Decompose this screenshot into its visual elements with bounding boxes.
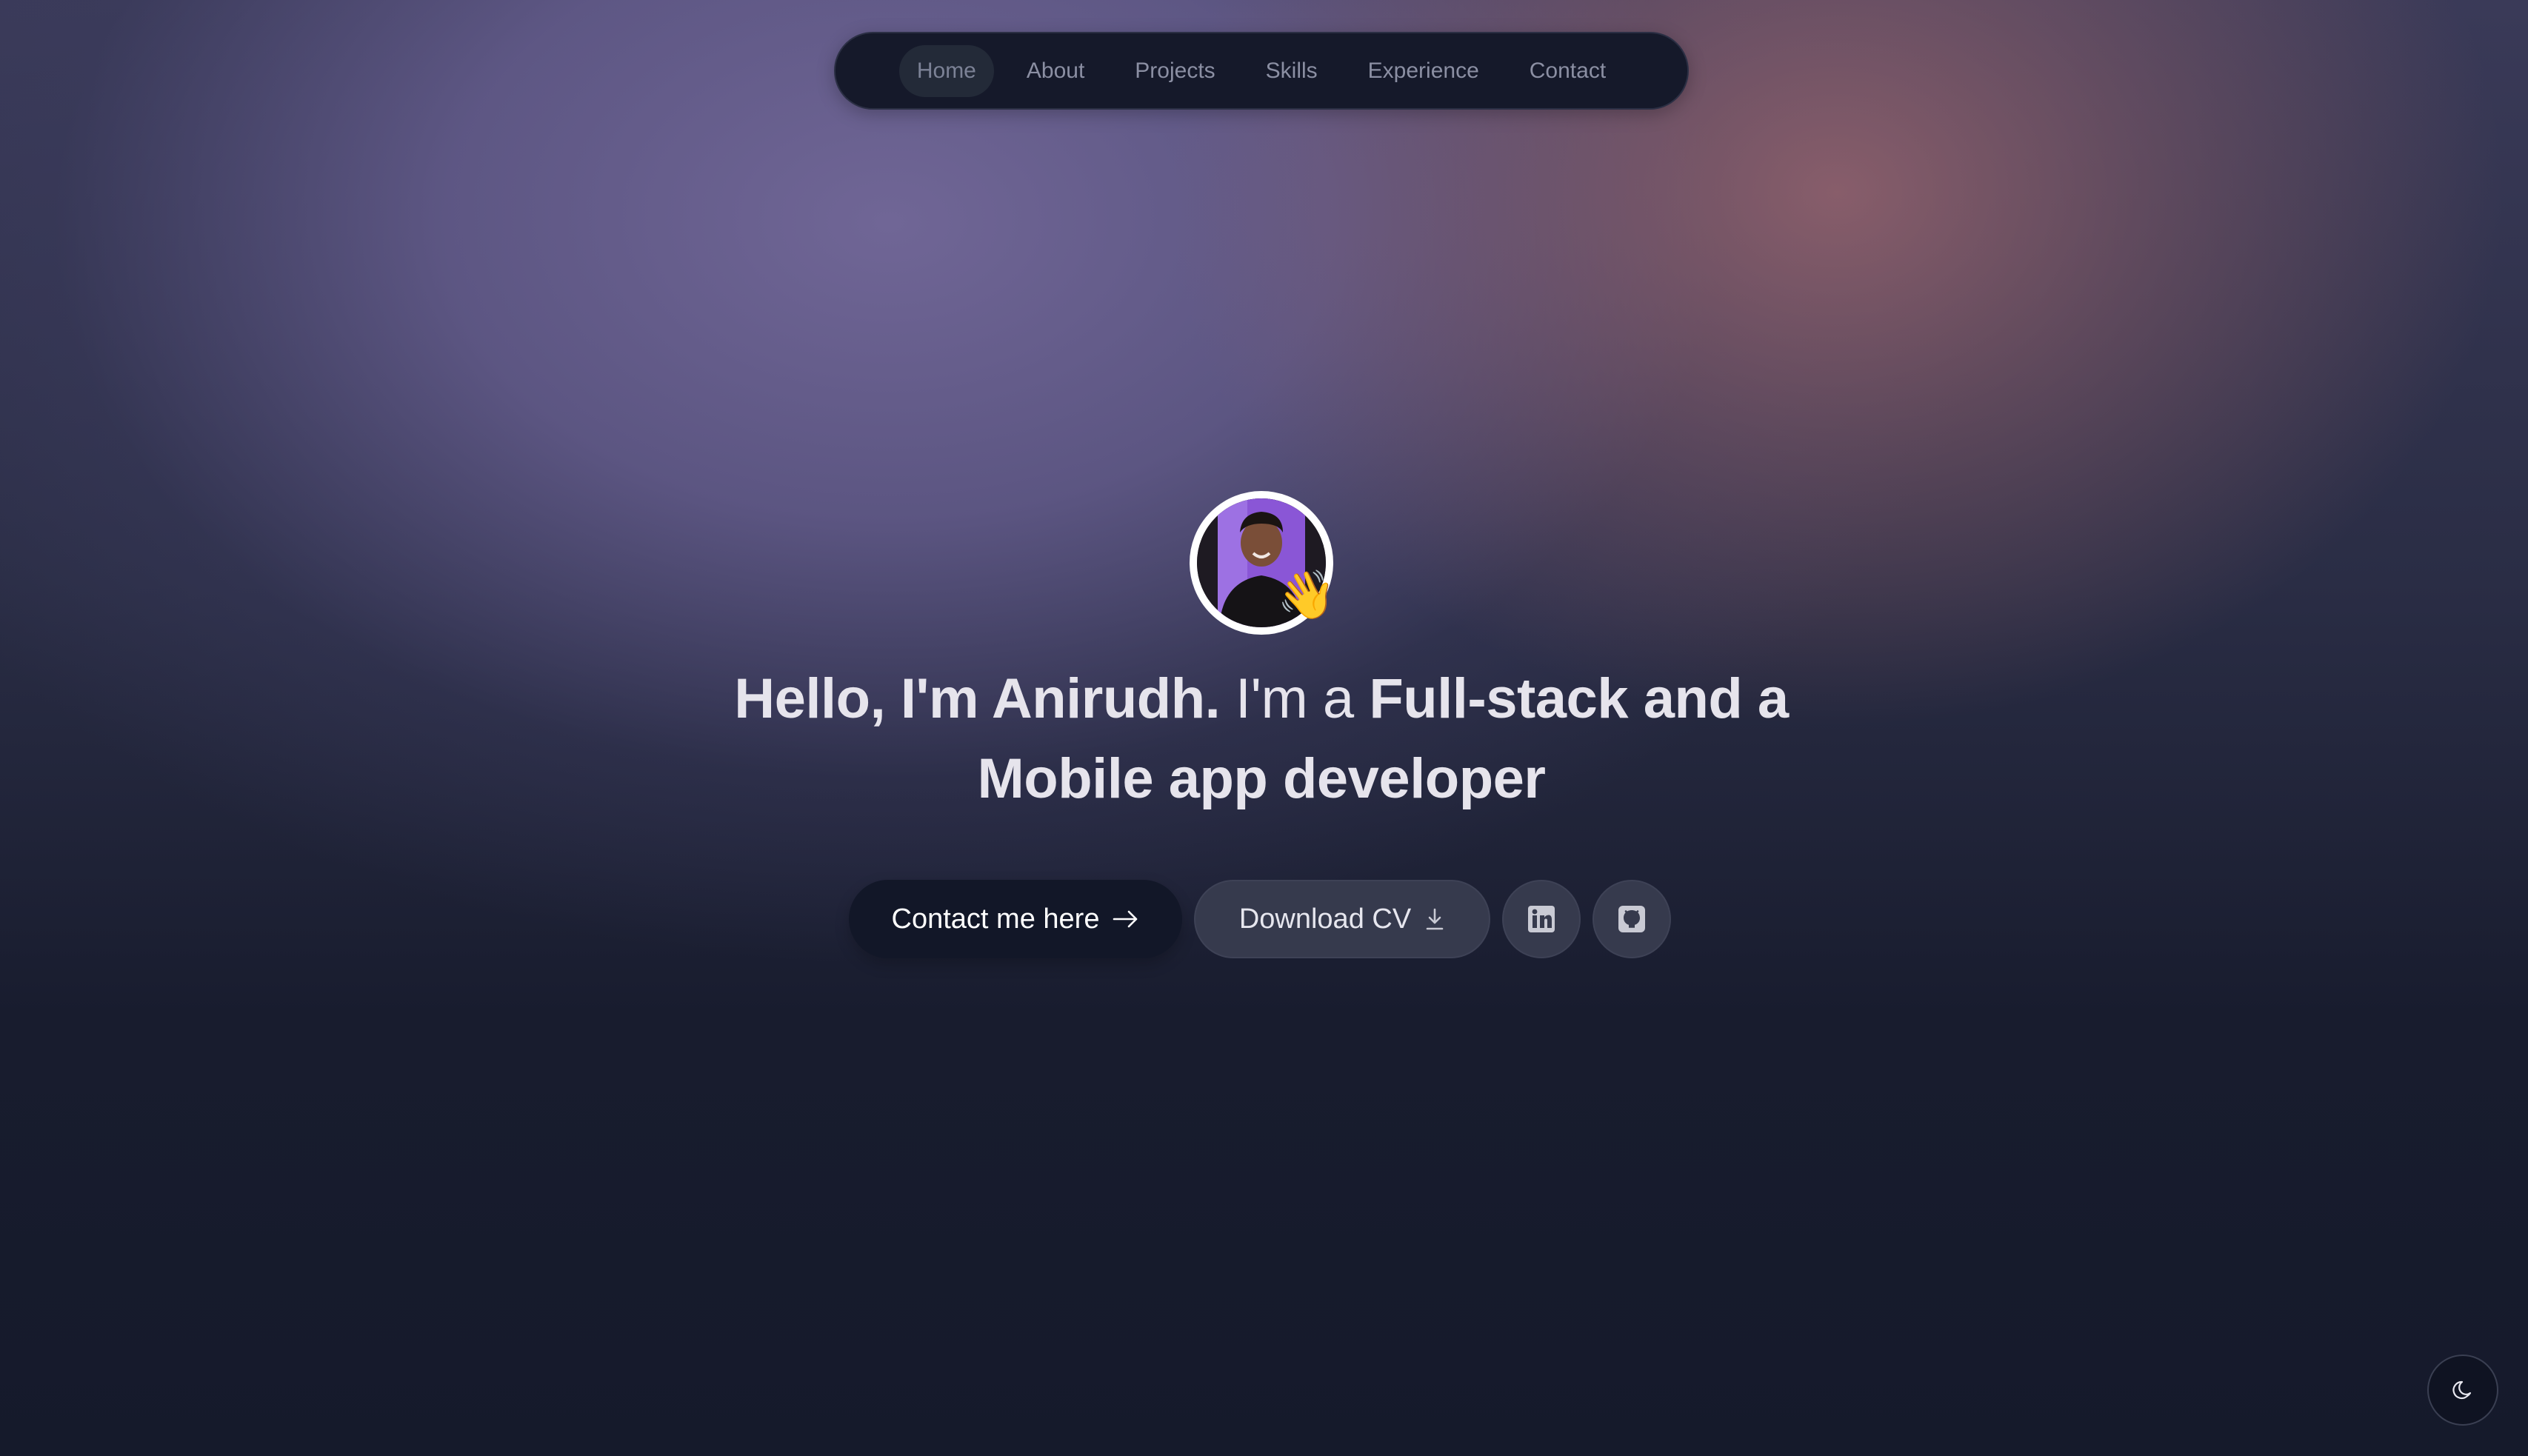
github-button[interactable]	[1592, 880, 1671, 958]
contact-button-label: Contact me here	[891, 903, 1100, 935]
main-nav: Home About Projects Skills Experience Co…	[834, 32, 1689, 110]
moon-icon	[2449, 1377, 2476, 1403]
avatar-container: 👋	[1190, 491, 1336, 635]
nav-item-skills[interactable]: Skills	[1248, 45, 1335, 97]
nav-item-home[interactable]: Home	[898, 44, 994, 97]
nav-item-contact[interactable]: Contact	[1512, 45, 1624, 97]
theme-toggle-button[interactable]	[2427, 1355, 2498, 1426]
download-cv-label: Download CV	[1238, 903, 1412, 935]
hero-headline: Hello, I'm Anirudh. I'm a Full-stack and…	[667, 659, 1856, 819]
linkedin-icon	[1527, 904, 1556, 934]
download-cv-button[interactable]: Download CV	[1194, 880, 1490, 958]
download-icon	[1424, 907, 1445, 931]
headline-greeting: Hello, I'm Anirudh.	[734, 667, 1221, 730]
wave-emoji-icon: 👋	[1277, 568, 1336, 621]
headline-connector: I'm a	[1220, 667, 1370, 730]
nav-item-about[interactable]: About	[1009, 45, 1102, 97]
nav-item-projects[interactable]: Projects	[1117, 45, 1233, 97]
nav-item-experience[interactable]: Experience	[1350, 45, 1497, 97]
github-icon	[1617, 904, 1647, 934]
linkedin-button[interactable]	[1502, 880, 1581, 958]
arrow-right-icon	[1113, 909, 1139, 929]
contact-button[interactable]: Contact me here	[849, 880, 1182, 958]
